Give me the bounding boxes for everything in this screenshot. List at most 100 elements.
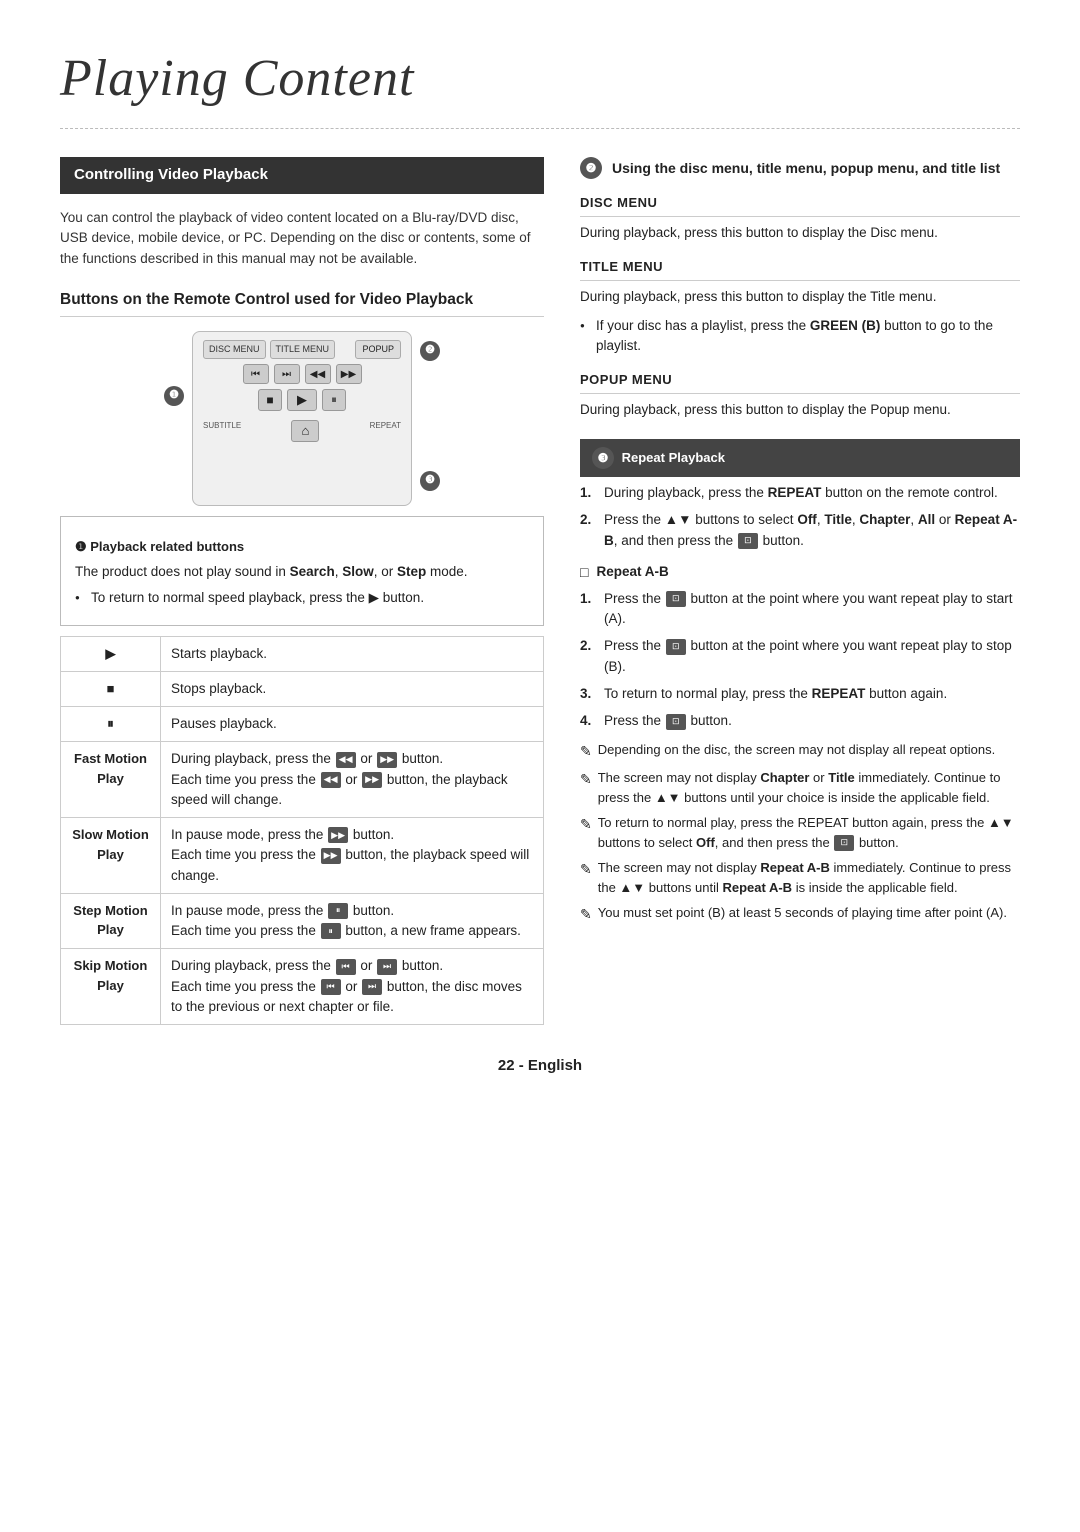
- table-cell-desc: Stops playback.: [161, 671, 544, 706]
- annotation3-header: ❸ Repeat Playback: [580, 439, 1020, 477]
- forward-icon3: ▶▶: [328, 827, 348, 843]
- play-btn[interactable]: ▶: [287, 389, 317, 411]
- note-icon-3: ✎: [580, 814, 592, 852]
- repeat-ab-step-3: To return to normal play, press the REPE…: [580, 684, 1020, 705]
- subsection-title: Buttons on the Remote Control used for V…: [60, 288, 544, 316]
- table-row-skip-motion: Skip Motion Play During playback, press …: [61, 949, 544, 1025]
- repeat-ab-step-2: Press the ⊡ button at the point where yo…: [580, 636, 1020, 678]
- rewind-icon2: ◀◀: [321, 772, 341, 788]
- forward-icon: ▶▶: [377, 752, 397, 768]
- table-cell-desc: Starts playback.: [161, 636, 544, 671]
- badge-1: ❶: [164, 386, 184, 406]
- table-cell-desc-step: In pause mode, press the ⏸ button. Each …: [161, 893, 544, 949]
- pause-icon2: ⏸: [321, 923, 341, 939]
- enter-icon: ⊡: [738, 533, 758, 549]
- page-title: Playing Content: [60, 40, 1020, 129]
- forward-btn[interactable]: ▶▶: [336, 364, 362, 384]
- enter-icon4: ⊡: [666, 714, 686, 730]
- note-4: ✎ The screen may not display Repeat A-B …: [580, 858, 1020, 897]
- table-row: ▶ Starts playback.: [61, 636, 544, 671]
- disc-menu-heading: DISC MENU: [580, 193, 1020, 217]
- repeat-ab-label: Repeat A-B: [580, 562, 1020, 583]
- next-skip-btn[interactable]: ⏭: [274, 364, 300, 384]
- prev-icon: ⏮: [336, 959, 356, 975]
- note-text-3: To return to normal play, press the REPE…: [598, 813, 1020, 852]
- subtitle-label: SUBTITLE: [203, 420, 241, 442]
- title-menu-bullets: If your disc has a playlist, press the G…: [580, 316, 1020, 357]
- note-1: ✎ Depending on the disc, the screen may …: [580, 740, 1020, 762]
- rewind-icon: ◀◀: [336, 752, 356, 768]
- note-5: ✎ You must set point (B) at least 5 seco…: [580, 903, 1020, 925]
- table-row-slow-motion: Slow Motion Play In pause mode, press th…: [61, 818, 544, 894]
- stop-btn[interactable]: ■: [258, 389, 282, 411]
- title-menu-btn[interactable]: TITLE MENU: [270, 340, 336, 360]
- left-column: Controlling Video Playback You can contr…: [60, 157, 544, 1025]
- table-cell-desc-slow: In pause mode, press the ▶▶ button. Each…: [161, 818, 544, 894]
- annotation2-header: ❷ Using the disc menu, title menu, popup…: [580, 157, 1020, 179]
- repeat-step-1: During playback, press the REPEAT button…: [580, 483, 1020, 504]
- home-btn[interactable]: ⌂: [291, 420, 319, 442]
- page-number: 22 - English: [60, 1055, 1020, 1078]
- enter-icon3: ⊡: [666, 639, 686, 655]
- annotation2-badge: ❷: [580, 157, 602, 179]
- title-menu-text: During playback, press this button to di…: [580, 287, 1020, 308]
- repeat-ab-steps-list: Press the ⊡ button at the point where yo…: [580, 589, 1020, 733]
- table-cell-label: ▶: [61, 636, 161, 671]
- note-icon-1: ✎: [580, 741, 592, 762]
- forward-icon4: ▶▶: [321, 848, 341, 864]
- note-2: ✎ The screen may not display Chapter or …: [580, 768, 1020, 807]
- table-row-fast-motion: Fast Motion Play During playback, press …: [61, 742, 544, 818]
- repeat-steps-list: During playback, press the REPEAT button…: [580, 483, 1020, 552]
- title-menu-bullet: If your disc has a playlist, press the G…: [580, 316, 1020, 357]
- forward-icon2: ▶▶: [362, 772, 382, 788]
- playback-table: ▶ Starts playback. ■ Stops playback. ⏸ P…: [60, 636, 544, 1026]
- enter-icon2: ⊡: [666, 591, 686, 607]
- intro-text: You can control the playback of video co…: [60, 208, 544, 271]
- table-cell-label: ■: [61, 671, 161, 706]
- note-text-1: Depending on the disc, the screen may no…: [598, 740, 995, 762]
- next-icon: ⏭: [377, 959, 397, 975]
- disc-menu-text: During playback, press this button to di…: [580, 223, 1020, 244]
- badge-3: ❸: [420, 471, 440, 491]
- prev-icon2: ⏮: [321, 979, 341, 995]
- table-cell-desc-skip: During playback, press the ⏮ or ⏭ button…: [161, 949, 544, 1025]
- annotation1-box: ❶ Playback related buttons The product d…: [60, 516, 544, 626]
- next-icon2: ⏭: [362, 979, 382, 995]
- title-menu-heading: TITLE MENU: [580, 257, 1020, 281]
- annotation2-title: Using the disc menu, title menu, popup m…: [612, 158, 1000, 179]
- table-row-step-motion: Step Motion Play In pause mode, press th…: [61, 893, 544, 949]
- note-icon-4: ✎: [580, 859, 592, 897]
- table-cell-label-slow: Slow Motion Play: [61, 818, 161, 894]
- note-text-2: The screen may not display Chapter or Ti…: [598, 768, 1020, 807]
- popup-btn[interactable]: POPUP: [355, 340, 401, 360]
- table-cell-label-step: Step Motion Play: [61, 893, 161, 949]
- enter-icon5: ⊡: [834, 835, 854, 851]
- remote-box: DISC MENU TITLE MENU POPUP ⏮ ⏭ ◀◀ ▶▶: [192, 331, 412, 506]
- annotation2-block: ❷ Using the disc menu, title menu, popup…: [580, 157, 1020, 421]
- bullet-item: To return to normal speed playback, pres…: [75, 588, 529, 608]
- pause-btn[interactable]: ⏸: [322, 389, 346, 411]
- prev-skip-btn[interactable]: ⏮: [243, 364, 269, 384]
- note-icon-5: ✎: [580, 904, 592, 925]
- annotation3-badge: ❸: [592, 447, 614, 469]
- table-cell-label-skip: Skip Motion Play: [61, 949, 161, 1025]
- table-cell-desc: Pauses playback.: [161, 707, 544, 742]
- table-row: ⏸ Pauses playback.: [61, 707, 544, 742]
- right-column: ❷ Using the disc menu, title menu, popup…: [580, 157, 1020, 1025]
- remote-illustration: ❶ ❷ ❸ DISC MENU TITLE MENU POPUP ⏮: [60, 331, 544, 506]
- popup-menu-text: During playback, press this button to di…: [580, 400, 1020, 421]
- repeat-label: REPEAT: [370, 420, 401, 442]
- badge-2: ❷: [420, 341, 440, 361]
- note-icon-2: ✎: [580, 769, 592, 807]
- annotation3-title: Repeat Playback: [622, 450, 725, 465]
- table-cell-desc-fast: During playback, press the ◀◀ or ▶▶ butt…: [161, 742, 544, 818]
- disc-menu-btn[interactable]: DISC MENU: [203, 340, 266, 360]
- annotation1-label: ❶ Playback related buttons: [75, 537, 529, 557]
- annotation3-block: ❸ Repeat Playback During playback, press…: [580, 439, 1020, 925]
- section-header: Controlling Video Playback: [60, 157, 544, 194]
- table-row: ■ Stops playback.: [61, 671, 544, 706]
- pause-icon: ⏸: [328, 903, 348, 919]
- note-text-4: The screen may not display Repeat A-B im…: [598, 858, 1020, 897]
- table-cell-label: ⏸: [61, 707, 161, 742]
- rewind-btn[interactable]: ◀◀: [305, 364, 331, 384]
